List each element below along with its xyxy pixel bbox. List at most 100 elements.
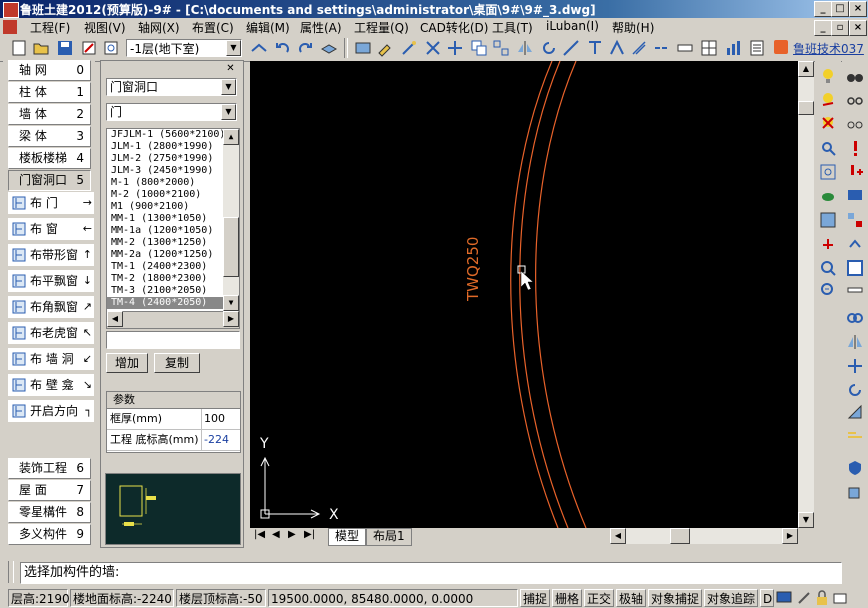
ortho-toggle[interactable]: 正交 [584, 589, 614, 607]
stretch-icon[interactable] [562, 39, 580, 57]
tab-nav-first-icon[interactable]: |◀ [254, 529, 265, 540]
type-list-item[interactable]: MM-2a (1200*1250) [107, 249, 239, 261]
extend-icon[interactable] [608, 39, 626, 57]
tab-model[interactable]: 模型 [328, 528, 367, 546]
menu-tools[interactable]: 工具(T) [492, 19, 533, 36]
param-row[interactable]: 框厚(mm) 100 [107, 409, 240, 430]
scroll-left-icon[interactable]: ◀ [610, 528, 626, 544]
type-list-item[interactable]: JFJLM-1 (5600*2100) [107, 129, 239, 141]
menu-view[interactable]: 视图(V) [84, 19, 126, 36]
type-list-item[interactable]: M1 (900*2100) [107, 201, 239, 213]
type-list-item[interactable]: JLM-1 (2800*1990) [107, 141, 239, 153]
grid-icon[interactable] [700, 39, 718, 57]
new-file-icon[interactable] [10, 39, 28, 57]
open-folder-icon[interactable] [32, 39, 50, 57]
tab-nav-next-icon[interactable]: ▶ [288, 529, 296, 540]
type-list-hscroll[interactable]: ◀ ▶ [106, 311, 240, 329]
category-button[interactable]: 屋 面 7 [8, 480, 91, 501]
category-select[interactable]: 门窗洞口 ▼ [106, 78, 237, 96]
chevron-down-icon[interactable]: ▼ [221, 104, 236, 120]
menu-edit[interactable]: 编辑(M) [246, 19, 290, 36]
undo-icon[interactable] [274, 39, 292, 57]
type-list-item[interactable]: TM-1 (2400*2300) [107, 261, 239, 273]
category-button[interactable]: 墙 体 2 [8, 104, 91, 125]
doc-close-button[interactable]: × [849, 20, 867, 36]
chart-icon[interactable] [724, 39, 742, 57]
attribute-icon[interactable] [354, 39, 372, 57]
scroll-thumb[interactable] [670, 528, 690, 544]
tools-icon[interactable] [796, 590, 812, 606]
lightbulb-off-icon[interactable] [819, 115, 837, 133]
type-list-scrollbar[interactable]: ▲ ▼ [223, 129, 239, 311]
close-button[interactable]: × [849, 1, 867, 17]
screen-icon[interactable] [846, 187, 864, 205]
lightbulb-icon[interactable] [819, 67, 837, 85]
copy-icon[interactable] [470, 39, 488, 57]
tool-button[interactable]: 布平飘窗 ↓ [8, 270, 94, 292]
tool-button[interactable]: 布角飘窗 ↗ [8, 296, 94, 318]
rotate-icon[interactable] [540, 39, 558, 57]
grip-handle[interactable] [8, 561, 14, 583]
menu-axis[interactable]: 轴网(X) [138, 19, 180, 36]
scroll-up-icon[interactable]: ▲ [798, 61, 814, 77]
type-list-item[interactable]: MM-2 (1300*1250) [107, 237, 239, 249]
scroll-thumb[interactable] [223, 217, 239, 277]
glasses-icon[interactable] [846, 91, 864, 109]
menu-project[interactable]: 工程(F) [30, 19, 70, 36]
close-icon[interactable]: ✕ [224, 63, 237, 75]
drawing-canvas[interactable]: TWQ250 Y X [250, 61, 798, 528]
category-button[interactable]: 柱 体 1 [8, 82, 91, 103]
type-list-item[interactable]: M-1 (800*2000) [107, 177, 239, 189]
move-tool-icon[interactable] [846, 357, 864, 375]
lock-icon[interactable] [814, 590, 830, 606]
menu-layout[interactable]: 布置(C) [192, 19, 234, 36]
chevron-down-icon[interactable]: ▼ [221, 79, 236, 95]
monitor-icon[interactable] [776, 590, 792, 606]
tab-nav-prev-icon[interactable]: ◀ [272, 529, 280, 540]
canvas-vscrollbar[interactable]: ▲ ▼ [798, 61, 814, 528]
frame-icon[interactable] [846, 259, 864, 277]
floor-copy-icon[interactable] [250, 39, 268, 57]
scale-tool-icon[interactable] [846, 403, 864, 421]
scroll-thumb[interactable] [798, 101, 814, 115]
ruler-icon[interactable] [846, 281, 864, 299]
copy-button[interactable]: 复制 [154, 353, 200, 373]
type-list-item[interactable]: TM-2 (1800*2300) [107, 273, 239, 285]
save-icon[interactable] [56, 39, 74, 57]
object-track-toggle[interactable]: 对象追踪 [704, 589, 758, 607]
tray-icon[interactable] [832, 590, 848, 606]
category-button[interactable]: 轴 网 0 [8, 60, 91, 81]
minimize-button[interactable]: _ [814, 1, 832, 17]
print-preview-icon[interactable] [102, 39, 120, 57]
mirror-icon[interactable] [516, 39, 534, 57]
category-button[interactable]: 多义构件 9 [8, 524, 91, 545]
category-button[interactable]: 装饰工程 6 [8, 458, 91, 479]
dyn-toggle[interactable]: D [760, 589, 774, 607]
tab-nav-last-icon[interactable]: ▶| [304, 529, 315, 540]
warning-plus-icon[interactable] [846, 163, 864, 181]
scroll-right-icon[interactable]: ▶ [782, 528, 798, 544]
type-list-item[interactable]: TM-4 (2400*2050) [107, 297, 239, 309]
menu-attribute[interactable]: 属性(A) [300, 19, 342, 36]
mirror-tool-icon[interactable] [846, 333, 864, 351]
param-row[interactable]: 工程 底标高(mm) -224 [107, 430, 240, 451]
category-button[interactable]: 楼板楼梯 4 [8, 148, 91, 169]
zoom-icon[interactable] [819, 259, 837, 277]
offset-icon[interactable] [630, 39, 648, 57]
measure-icon[interactable] [676, 39, 694, 57]
redo-icon[interactable] [296, 39, 314, 57]
find-icon[interactable] [819, 139, 837, 157]
add-button[interactable]: 增加 [106, 353, 148, 373]
turtle-icon[interactable] [819, 187, 837, 205]
component-type-list[interactable]: JFJLM-1 (5600*2100) JLM-1 (2800*1990) JLM-… [106, 128, 240, 312]
doc-minimize-button[interactable]: _ [814, 20, 832, 36]
layer-icon[interactable] [320, 39, 338, 57]
type-list-item[interactable]: M-2 (1000*2100) [107, 189, 239, 201]
tool-button[interactable]: 布带形窗 ↑ [8, 244, 94, 266]
category-button[interactable]: 梁 体 3 [8, 126, 91, 147]
trim-icon[interactable] [586, 39, 604, 57]
binoculars-icon[interactable] [846, 67, 864, 85]
pan-icon[interactable] [819, 235, 837, 253]
scroll-down-icon[interactable]: ▼ [798, 512, 814, 528]
type-list-item[interactable]: MM-1 (1300*1050) [107, 213, 239, 225]
